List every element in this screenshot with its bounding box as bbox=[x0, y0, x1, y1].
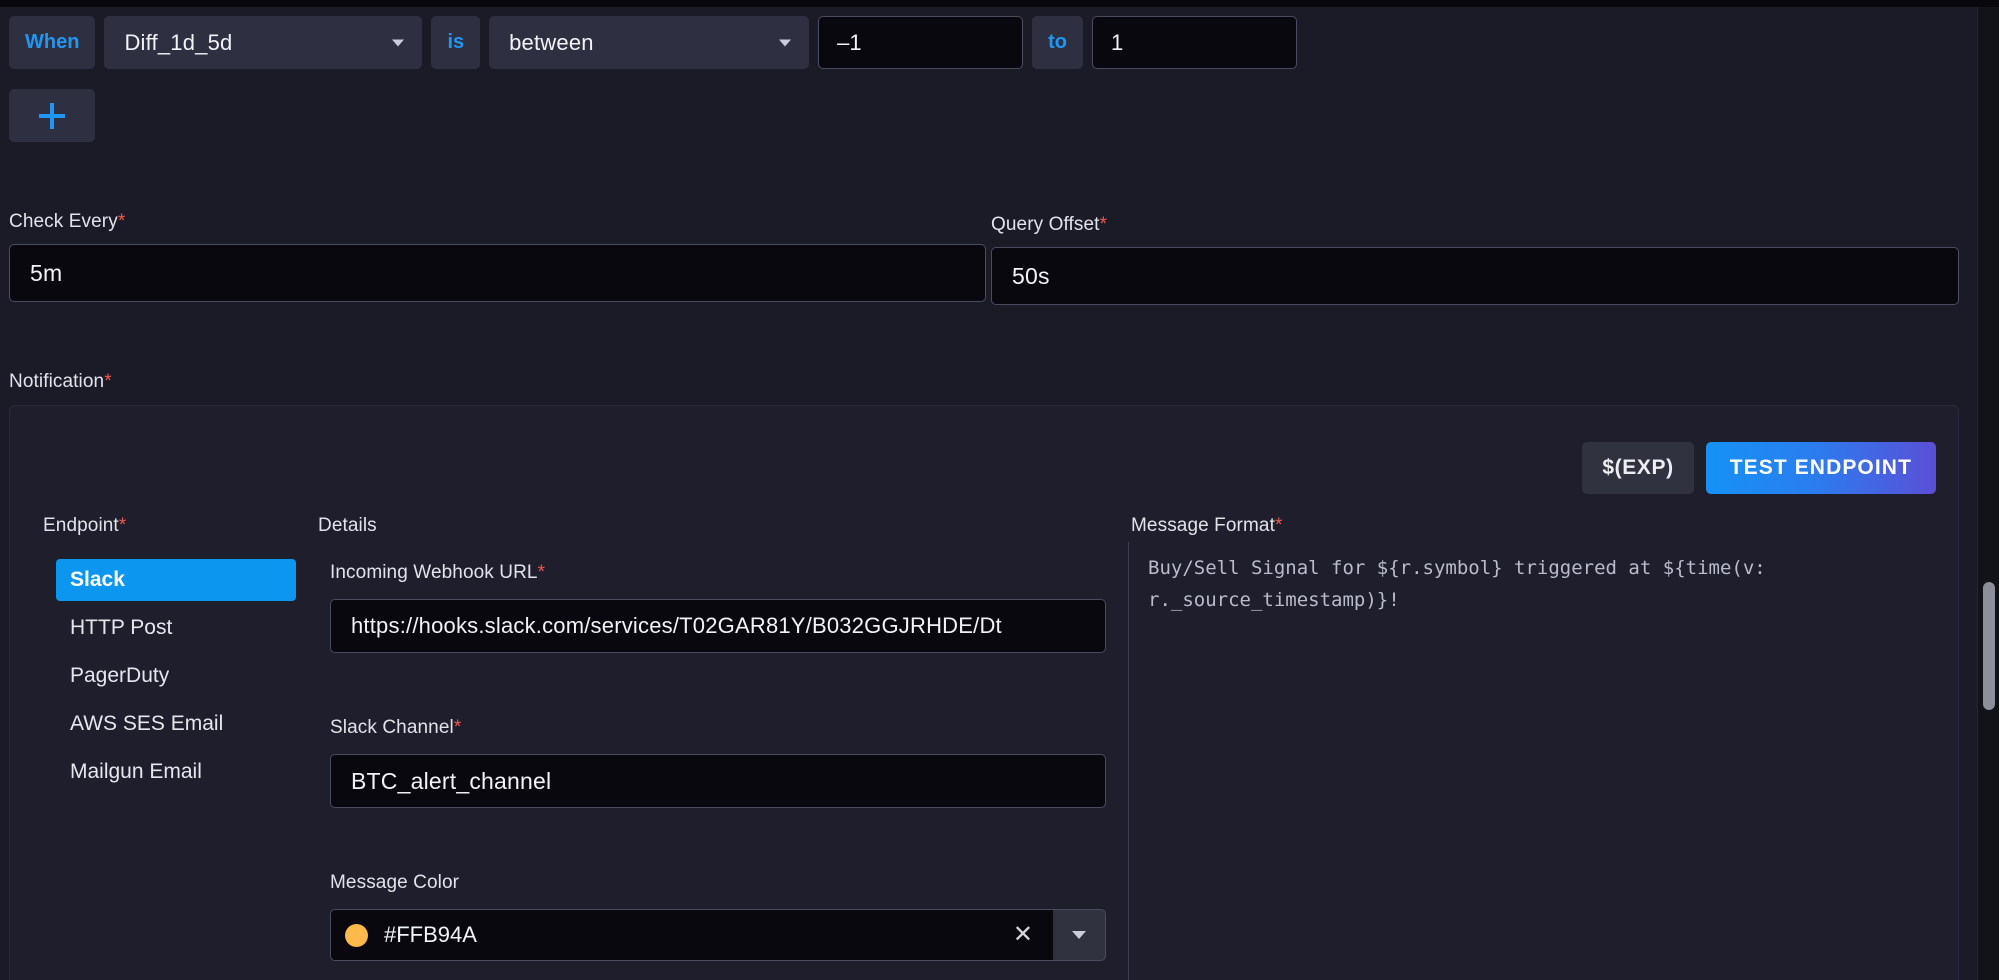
endpoint-list: Slack HTTP Post PagerDuty AWS SES Email … bbox=[56, 559, 296, 799]
check-every-input[interactable]: 5m bbox=[9, 244, 986, 302]
endpoint-item-mailgun-email[interactable]: Mailgun Email bbox=[56, 751, 296, 793]
required-asterisk: * bbox=[104, 371, 112, 392]
chevron-down-icon bbox=[392, 39, 404, 46]
check-every-label-text: Check Every bbox=[9, 211, 118, 232]
slack-channel-label: Slack Channel* bbox=[330, 717, 461, 739]
is-keyword-label: is bbox=[431, 16, 480, 69]
message-color-input[interactable]: #FFB94A ✕ bbox=[330, 909, 1053, 961]
notification-section-label: Notification* bbox=[9, 371, 112, 393]
close-icon[interactable]: ✕ bbox=[1013, 923, 1033, 947]
color-swatch-icon bbox=[345, 924, 368, 947]
endpoint-item-pagerduty[interactable]: PagerDuty bbox=[56, 655, 296, 697]
operator-select[interactable]: between bbox=[489, 16, 809, 69]
vertical-scrollbar-thumb[interactable] bbox=[1983, 582, 1995, 710]
chevron-down-icon bbox=[779, 39, 791, 46]
incoming-webhook-url-label: Incoming Webhook URL* bbox=[330, 562, 545, 584]
to-keyword-label: to bbox=[1032, 16, 1083, 69]
chevron-down-icon bbox=[1072, 931, 1086, 939]
test-endpoint-button[interactable]: TEST ENDPOINT bbox=[1706, 442, 1936, 494]
expression-button[interactable]: $(EXP) bbox=[1582, 442, 1693, 494]
when-keyword-label: When bbox=[9, 16, 95, 69]
condition-lower-bound-input[interactable]: –1 bbox=[818, 16, 1023, 69]
required-asterisk: * bbox=[454, 717, 462, 738]
required-asterisk: * bbox=[118, 211, 126, 232]
query-offset-label: Query Offset* bbox=[991, 214, 1107, 236]
endpoint-item-label: HTTP Post bbox=[70, 616, 172, 640]
notification-panel: $(EXP) TEST ENDPOINT bbox=[9, 405, 1959, 980]
query-offset-label-text: Query Offset bbox=[991, 214, 1100, 235]
endpoint-item-slack[interactable]: Slack bbox=[56, 559, 296, 601]
endpoint-item-aws-ses-email[interactable]: AWS SES Email bbox=[56, 703, 296, 745]
message-color-value: #FFB94A bbox=[384, 922, 1013, 948]
endpoint-label-text: Endpoint bbox=[43, 515, 119, 536]
message-color-row: #FFB94A ✕ bbox=[330, 909, 1106, 961]
notification-label-text: Notification bbox=[9, 371, 104, 392]
required-asterisk: * bbox=[538, 562, 546, 583]
message-format-label-text: Message Format bbox=[1131, 515, 1275, 536]
query-offset-input[interactable]: 50s bbox=[991, 247, 1959, 305]
endpoint-column-label: Endpoint* bbox=[43, 515, 126, 537]
column-divider bbox=[1128, 542, 1129, 980]
alert-config-screen: When Diff_1d_5d is between –1 to 1 Check… bbox=[0, 0, 1999, 980]
metric-select-value: Diff_1d_5d bbox=[124, 30, 232, 56]
condition-upper-bound-input[interactable]: 1 bbox=[1092, 16, 1297, 69]
vertical-scrollbar-track[interactable] bbox=[1977, 7, 1999, 980]
add-condition-button[interactable] bbox=[9, 89, 95, 142]
color-dropdown-button[interactable] bbox=[1053, 909, 1106, 961]
required-asterisk: * bbox=[1100, 214, 1108, 235]
details-column-label: Details bbox=[318, 515, 377, 537]
notification-actions: $(EXP) TEST ENDPOINT bbox=[1582, 442, 1936, 494]
endpoint-item-label: Slack bbox=[70, 568, 125, 592]
metric-select[interactable]: Diff_1d_5d bbox=[104, 16, 422, 69]
required-asterisk: * bbox=[1275, 515, 1283, 536]
slack-channel-label-text: Slack Channel bbox=[330, 717, 454, 738]
incoming-webhook-url-label-text: Incoming Webhook URL bbox=[330, 562, 538, 583]
required-asterisk: * bbox=[119, 515, 127, 536]
incoming-webhook-url-input[interactable]: https://hooks.slack.com/services/T02GAR8… bbox=[330, 599, 1106, 653]
slack-channel-input[interactable]: BTC_alert_channel bbox=[330, 754, 1106, 808]
endpoint-item-label: AWS SES Email bbox=[70, 712, 223, 736]
message-format-editor[interactable]: Buy/Sell Signal for ${r.symbol} triggere… bbox=[1148, 552, 1928, 616]
check-every-label: Check Every* bbox=[9, 211, 125, 233]
endpoint-item-label: PagerDuty bbox=[70, 664, 169, 688]
plus-icon bbox=[39, 103, 65, 129]
message-color-label: Message Color bbox=[330, 872, 459, 894]
endpoint-item-http-post[interactable]: HTTP Post bbox=[56, 607, 296, 649]
message-format-label: Message Format* bbox=[1131, 515, 1282, 537]
endpoint-item-label: Mailgun Email bbox=[70, 760, 202, 784]
window-top-strip bbox=[0, 0, 1999, 7]
operator-select-value: between bbox=[509, 30, 594, 56]
scroll-surface: When Diff_1d_5d is between –1 to 1 Check… bbox=[0, 7, 1977, 980]
condition-row: When Diff_1d_5d is between –1 to 1 bbox=[9, 16, 1297, 69]
